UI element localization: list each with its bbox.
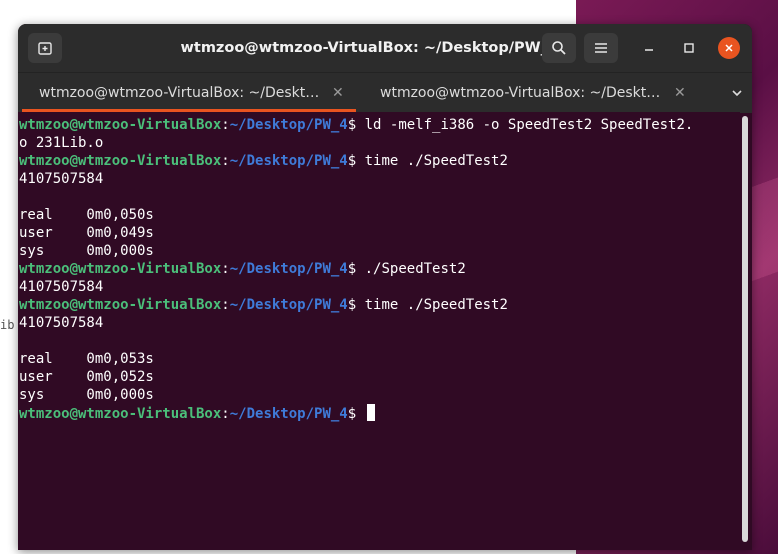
chevron-down-icon: [732, 90, 742, 97]
menu-button[interactable]: [584, 33, 618, 63]
command-text: time ./SpeedTest2: [356, 297, 508, 313]
terminal-line: sys 0m0,000s: [19, 243, 154, 259]
minimize-icon: [645, 49, 653, 51]
command-text: [356, 406, 364, 422]
prompt-colon: :: [221, 261, 230, 277]
prompt-colon: :: [221, 153, 230, 169]
prompt-path: ~/Desktop/PW_4: [229, 406, 348, 422]
maximize-icon: [684, 43, 694, 53]
terminal-line: wtmzoo@wtmzoo-VirtualBox:~/Desktop/PW_4$: [19, 404, 740, 422]
terminal-line: sys 0m0,000s: [19, 387, 154, 403]
background-window-fragment: ib: [0, 318, 15, 332]
command-text: time ./SpeedTest2: [356, 153, 508, 169]
terminal-line: real 0m0,053s: [19, 351, 154, 367]
search-button[interactable]: [542, 33, 576, 63]
terminal-line: 4107507584: [19, 279, 104, 295]
prompt-user: wtmzoo@wtmzoo-VirtualBox: [19, 297, 222, 313]
hamburger-menu-icon: [595, 43, 607, 53]
prompt-colon: :: [221, 297, 230, 313]
prompt-path: ~/Desktop/PW_4: [229, 261, 348, 277]
prompt-colon: :: [221, 406, 230, 422]
prompt-symbol: $: [347, 297, 357, 313]
command-text: ./SpeedTest2: [356, 261, 466, 277]
prompt-user: wtmzoo@wtmzoo-VirtualBox: [19, 153, 222, 169]
prompt-symbol: $: [347, 406, 357, 422]
search-icon: [552, 41, 566, 55]
tab-bar: wtmzoo@wtmzoo-VirtualBox: ~/Deskt… ✕ wtm…: [18, 72, 752, 113]
maximize-button[interactable]: [678, 37, 700, 59]
close-window-button[interactable]: [718, 37, 740, 59]
tab-list-button[interactable]: [722, 73, 752, 113]
prompt-user: wtmzoo@wtmzoo-VirtualBox: [19, 261, 222, 277]
prompt-symbol: $: [347, 261, 357, 277]
prompt-path: ~/Desktop/PW_4: [229, 117, 348, 133]
terminal-line: 4107507584: [19, 315, 104, 331]
prompt-user: wtmzoo@wtmzoo-VirtualBox: [19, 406, 222, 422]
prompt-symbol: $: [347, 153, 357, 169]
prompt-path: ~/Desktop/PW_4: [229, 297, 348, 313]
prompt-symbol: $: [347, 117, 357, 133]
terminal-output[interactable]: wtmzoo@wtmzoo-VirtualBox:~/Desktop/PW_4$…: [18, 112, 740, 550]
tab-label: wtmzoo@wtmzoo-VirtualBox: ~/Deskt…: [39, 85, 320, 101]
scrollbar[interactable]: [742, 116, 748, 542]
close-icon: [725, 44, 733, 52]
terminal-line: wtmzoo@wtmzoo-VirtualBox:~/Desktop/PW_4$…: [19, 296, 740, 314]
tab-terminal-2[interactable]: wtmzoo@wtmzoo-VirtualBox: ~/Deskt… ✕: [358, 73, 722, 113]
window-title: wtmzoo@wtmzoo-VirtualBox: ~/Desktop/PW_4: [180, 40, 559, 56]
terminal-line: user 0m0,052s: [19, 369, 154, 385]
terminal-line: wtmzoo@wtmzoo-VirtualBox:~/Desktop/PW_4$…: [19, 152, 740, 170]
tab-close-icon[interactable]: ✕: [332, 85, 344, 101]
terminal-line: 4107507584: [19, 171, 104, 187]
terminal-window: wtmzoo@wtmzoo-VirtualBox: ~/Desktop/PW_4: [18, 24, 752, 550]
terminal-line: wtmzoo@wtmzoo-VirtualBox:~/Desktop/PW_4$…: [19, 116, 740, 134]
prompt-user: wtmzoo@wtmzoo-VirtualBox: [19, 117, 222, 133]
prompt-path: ~/Desktop/PW_4: [229, 153, 348, 169]
terminal-line: o 231Lib.o: [19, 135, 104, 151]
tab-terminal-1[interactable]: wtmzoo@wtmzoo-VirtualBox: ~/Deskt… ✕: [18, 73, 358, 113]
tab-close-icon[interactable]: ✕: [674, 85, 686, 101]
minimize-button[interactable]: [638, 37, 660, 59]
text-cursor: [366, 404, 375, 421]
tab-label: wtmzoo@wtmzoo-VirtualBox: ~/Deskt…: [380, 85, 661, 101]
command-text: ld -melf_i386 -o SpeedTest2 SpeedTest2.: [356, 117, 694, 133]
terminal-line: user 0m0,049s: [19, 225, 154, 241]
terminal-line: wtmzoo@wtmzoo-VirtualBox:~/Desktop/PW_4$…: [19, 260, 740, 278]
prompt-colon: :: [221, 117, 230, 133]
terminal-line: real 0m0,050s: [19, 207, 154, 223]
title-bar[interactable]: wtmzoo@wtmzoo-VirtualBox: ~/Desktop/PW_4: [18, 24, 752, 72]
